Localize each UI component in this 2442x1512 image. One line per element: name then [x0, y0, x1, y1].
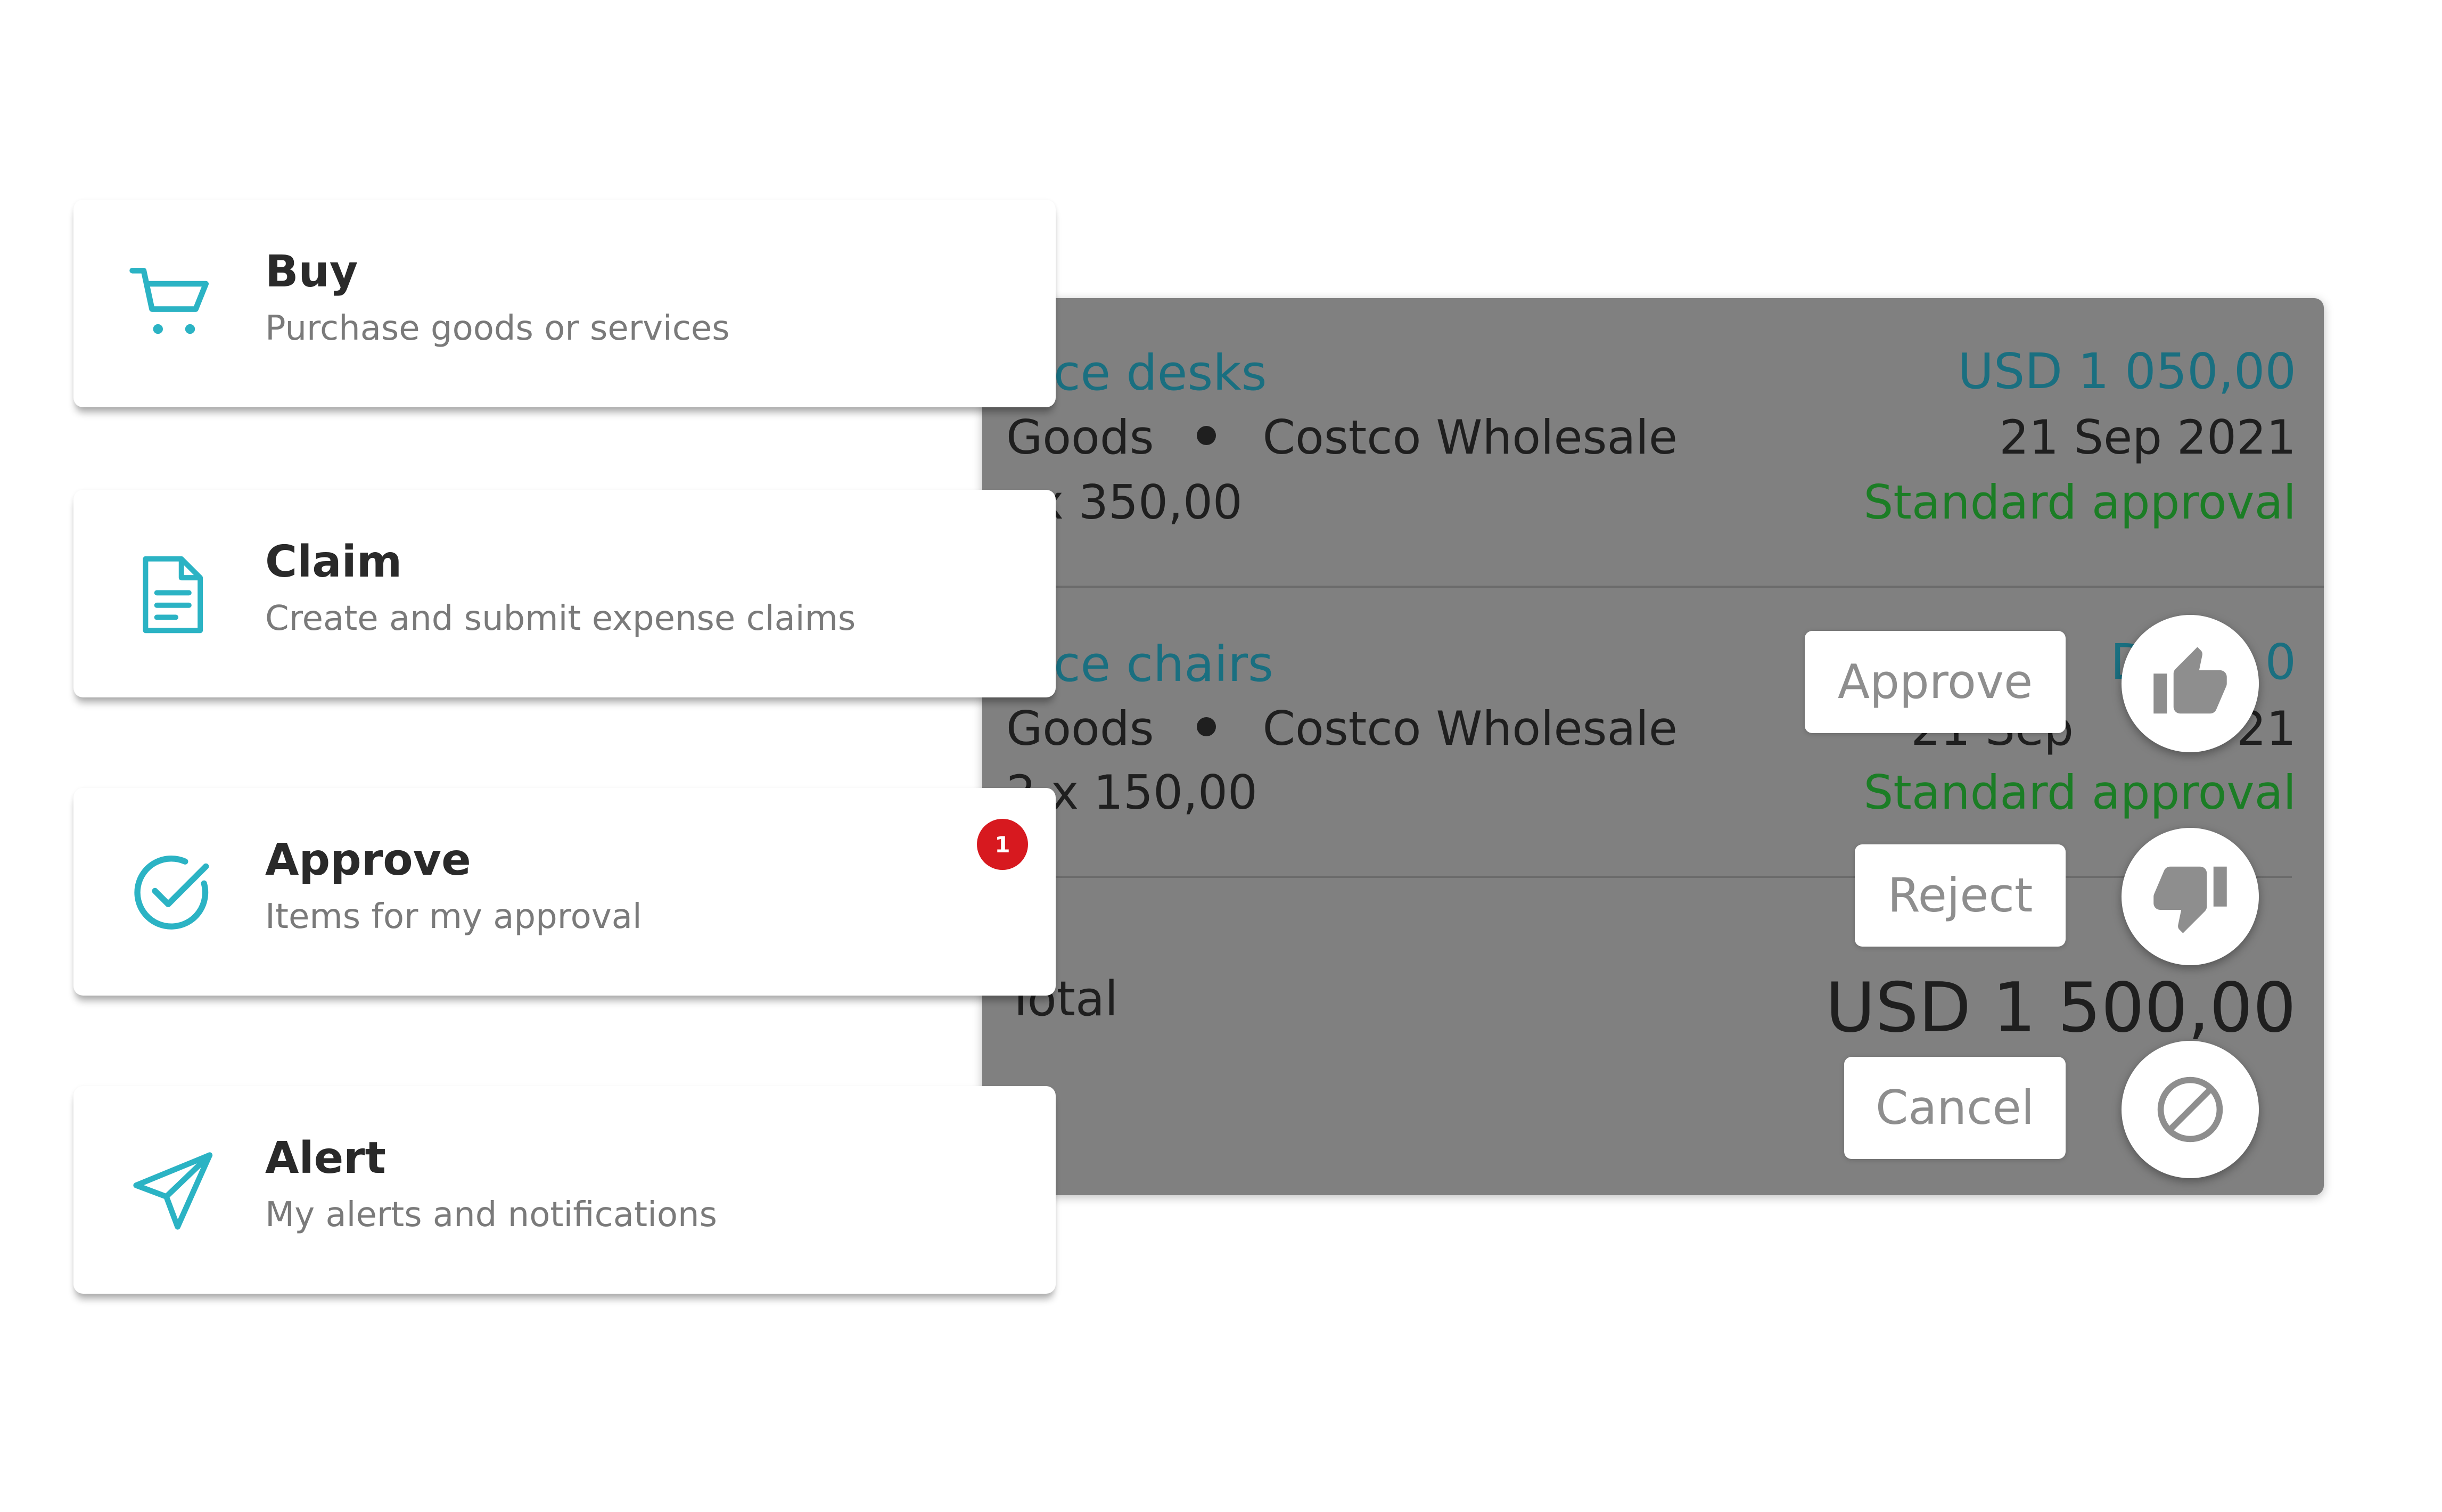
item-supplier: Costco Wholesale [1262, 701, 1678, 756]
item-divider [982, 586, 2324, 588]
menu-card-approve[interactable]: Approve Items for my approval 1 [73, 788, 1056, 996]
thumbs-up-icon [2153, 647, 2227, 714]
menu-card-title: Buy [265, 246, 358, 297]
block-icon [2157, 1077, 2223, 1143]
item-meta: Goods Costco Wholesale [1006, 414, 1678, 461]
item-amount-partial-end: 0 [2265, 634, 2296, 691]
item-type: Goods [1006, 410, 1154, 465]
cart-icon [129, 267, 209, 334]
bullet-icon [1196, 717, 1216, 737]
item-type: Goods [1006, 701, 1154, 756]
item-divider [982, 876, 2292, 878]
item-supplier: Costco Wholesale [1262, 410, 1678, 465]
total-value: USD 1 500,00 [1825, 968, 2296, 1048]
menu-card-alert[interactable]: Alert My alerts and notifications [73, 1086, 1056, 1294]
item-meta: Goods Costco Wholesale [1006, 705, 1678, 752]
menu-card-subtitle: Items for my approval [265, 897, 642, 936]
bullet-icon [1196, 426, 1216, 446]
approval-panel: ffice desks USD 1 050,00 Goods Costco Who… [982, 298, 2324, 1195]
menu-card-claim[interactable]: Claim Create and submit expense claims [73, 490, 1056, 697]
item-approval-status: Standard approval [1863, 765, 2297, 820]
reject-label-button[interactable]: Reject [1855, 844, 2066, 947]
menu-card-subtitle: Create and submit expense claims [265, 599, 856, 638]
reject-fab[interactable] [2122, 828, 2259, 965]
cancel-fab[interactable] [2122, 1041, 2259, 1178]
item-amount: USD 1 050,00 [1958, 343, 2296, 400]
menu-card-title: Alert [265, 1133, 386, 1184]
item-approval-status: Standard approval [1863, 475, 2297, 530]
approve-label-button[interactable]: Approve [1805, 631, 2066, 733]
menu-card-title: Claim [265, 537, 402, 587]
notification-badge: 1 [977, 819, 1028, 870]
document-icon [143, 556, 203, 634]
menu-card-buy[interactable]: Buy Purchase goods or services [73, 200, 1056, 407]
send-icon [133, 1152, 213, 1230]
menu-card-subtitle: My alerts and notifications [265, 1195, 717, 1235]
cancel-label-button[interactable]: Cancel [1844, 1057, 2066, 1159]
item-date: 21 Sep 2021 [1999, 410, 2296, 465]
approve-fab[interactable] [2122, 615, 2259, 752]
thumbs-down-icon [2153, 866, 2227, 933]
check-circle-icon [134, 856, 209, 930]
menu-card-title: Approve [265, 835, 471, 885]
menu-card-subtitle: Purchase goods or services [265, 309, 730, 348]
